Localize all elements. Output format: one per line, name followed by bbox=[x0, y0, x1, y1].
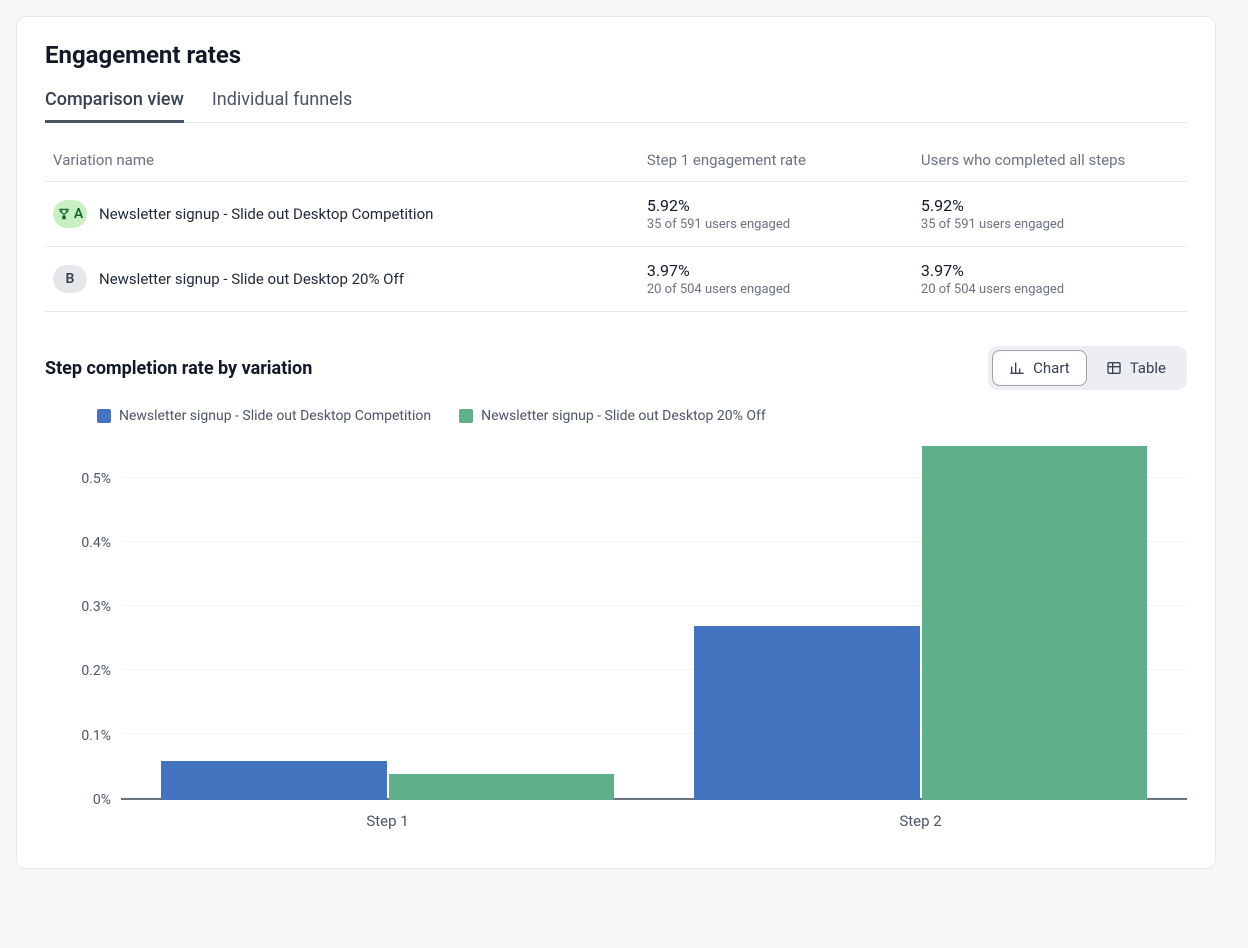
y-tick-label: 0.3% bbox=[81, 599, 111, 615]
legend-item: Newsletter signup - Slide out Desktop 20… bbox=[459, 408, 766, 424]
chart-table-toggle: Chart Table bbox=[988, 346, 1187, 390]
col-variation-name: Variation name bbox=[45, 141, 639, 182]
toggle-table-label: Table bbox=[1130, 359, 1166, 377]
bar-chart-icon bbox=[1009, 360, 1025, 376]
variation-letter: A bbox=[74, 206, 83, 222]
step1-rate: 3.97% bbox=[647, 261, 905, 280]
variation-badge: B bbox=[53, 265, 87, 293]
engagement-card: Engagement rates Comparison view Individ… bbox=[16, 16, 1216, 869]
chart-legend: Newsletter signup - Slide out Desktop Co… bbox=[97, 408, 1187, 424]
chart-bars bbox=[121, 440, 1187, 800]
trophy-icon bbox=[57, 207, 71, 221]
col-completed-all: Users who completed all steps bbox=[913, 141, 1187, 182]
variations-table: Variation name Step 1 engagement rate Us… bbox=[45, 141, 1187, 312]
col-step1-rate: Step 1 engagement rate bbox=[639, 141, 913, 182]
bar-group bbox=[654, 440, 1187, 800]
x-tick-label: Step 1 bbox=[121, 804, 654, 840]
legend-label: Newsletter signup - Slide out Desktop 20… bbox=[481, 408, 766, 424]
legend-swatch bbox=[459, 409, 473, 423]
toggle-chart-button[interactable]: Chart bbox=[992, 350, 1087, 386]
bar[interactable] bbox=[389, 774, 615, 800]
tab-individual-funnels[interactable]: Individual funnels bbox=[212, 89, 352, 123]
chart: 0% 0.1% 0.2% 0.3% 0.4% 0.5% Step 1Step 2 bbox=[49, 440, 1187, 840]
variation-name: Newsletter signup - Slide out Desktop 20… bbox=[99, 270, 404, 288]
legend-label: Newsletter signup - Slide out Desktop Co… bbox=[119, 408, 431, 424]
variation-letter: B bbox=[66, 271, 75, 287]
toggle-table-button[interactable]: Table bbox=[1089, 350, 1183, 386]
legend-item: Newsletter signup - Slide out Desktop Co… bbox=[97, 408, 431, 424]
bar-group bbox=[121, 440, 654, 800]
step1-sub: 35 of 591 users engaged bbox=[647, 217, 905, 232]
variation-name: Newsletter signup - Slide out Desktop Co… bbox=[99, 205, 433, 223]
table-icon bbox=[1106, 360, 1122, 376]
bar[interactable] bbox=[161, 761, 387, 800]
y-tick-label: 0.2% bbox=[81, 663, 111, 679]
x-tick-label: Step 2 bbox=[654, 804, 1187, 840]
section-title: Step completion rate by variation bbox=[45, 358, 312, 379]
tab-comparison-view[interactable]: Comparison view bbox=[45, 89, 184, 123]
chart-x-axis: Step 1Step 2 bbox=[121, 804, 1187, 840]
completed-rate: 5.92% bbox=[921, 196, 1179, 215]
completed-sub: 35 of 591 users engaged bbox=[921, 217, 1179, 232]
y-tick-label: 0% bbox=[93, 792, 111, 808]
table-row[interactable]: B Newsletter signup - Slide out Desktop … bbox=[45, 247, 1187, 312]
step1-rate: 5.92% bbox=[647, 196, 905, 215]
legend-swatch bbox=[97, 409, 111, 423]
view-tabs: Comparison view Individual funnels bbox=[45, 89, 1187, 123]
chart-y-axis: 0%0.1%0.2%0.3%0.4%0.5% bbox=[49, 440, 121, 800]
step1-sub: 20 of 504 users engaged bbox=[647, 282, 905, 297]
y-tick-label: 0.4% bbox=[81, 535, 111, 551]
y-tick-label: 0.1% bbox=[81, 728, 111, 744]
toggle-chart-label: Chart bbox=[1033, 359, 1070, 377]
completed-sub: 20 of 504 users engaged bbox=[921, 282, 1179, 297]
y-tick-label: 0.5% bbox=[81, 471, 111, 487]
card-title: Engagement rates bbox=[45, 41, 1187, 69]
variation-badge-winner: A bbox=[53, 200, 87, 228]
bar[interactable] bbox=[922, 446, 1148, 800]
table-row[interactable]: A Newsletter signup - Slide out Desktop … bbox=[45, 182, 1187, 247]
completed-rate: 3.97% bbox=[921, 261, 1179, 280]
bar[interactable] bbox=[694, 626, 920, 800]
